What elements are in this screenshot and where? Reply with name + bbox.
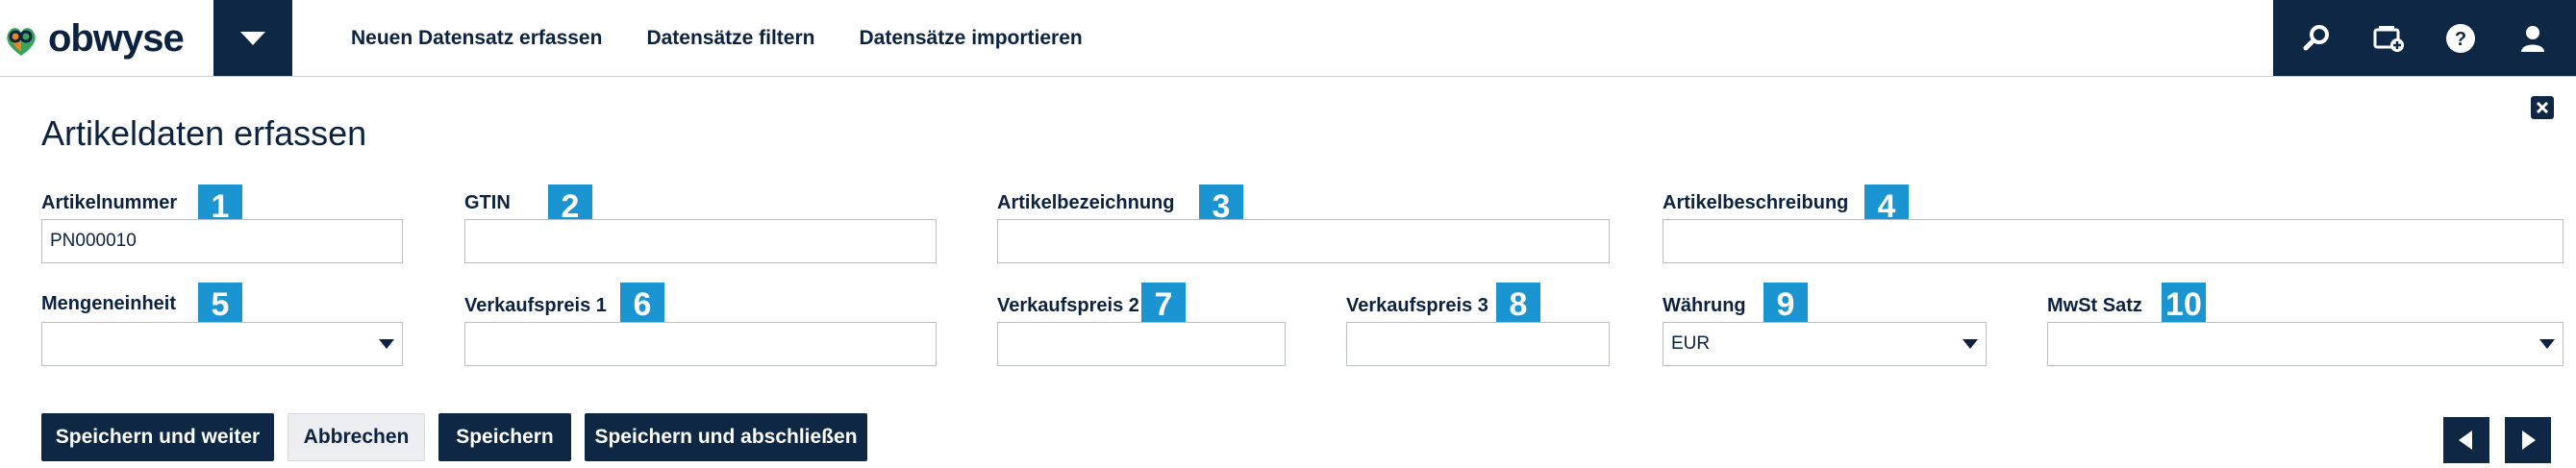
help-button[interactable]: ? [2442, 20, 2479, 57]
logo-mark-icon [7, 28, 36, 56]
page-title: Artikeldaten erfassen [41, 113, 367, 153]
close-icon [2536, 101, 2549, 114]
nav-filter-records[interactable]: Datensätze filtern [646, 27, 814, 50]
label-verkaufspreis3: Verkaufspreis 3 [1346, 295, 1488, 316]
waehrung-select[interactable]: EUR [1663, 322, 1987, 366]
label-artikelnummer: Artikelnummer [41, 192, 178, 213]
add-card-button[interactable] [2370, 20, 2407, 57]
app-logo[interactable]: obwyse [0, 12, 185, 65]
label-gtin: GTIN [464, 192, 511, 213]
save-close-button[interactable]: Speichern und abschließen [585, 413, 867, 461]
help-icon: ? [2445, 23, 2475, 53]
nav-import-records[interactable]: Datensätze importieren [859, 27, 1082, 50]
label-mwst: MwSt Satz [2047, 295, 2142, 316]
nav-new-record[interactable]: Neuen Datensatz erfassen [351, 27, 602, 50]
brand-name: obwyse [48, 16, 185, 60]
save-button[interactable]: Speichern [438, 413, 571, 461]
user-icon [2520, 25, 2544, 52]
search-button[interactable] [2298, 20, 2335, 57]
label-waehrung: Währung [1663, 295, 1746, 316]
previous-button[interactable] [2443, 417, 2489, 463]
dropdown-arrow-icon [1963, 339, 1978, 349]
artikelnummer-input[interactable] [41, 219, 403, 263]
next-button[interactable] [2505, 417, 2551, 463]
mwst-select[interactable] [2047, 322, 2563, 366]
verkaufspreis2-input[interactable] [997, 322, 1286, 366]
user-button[interactable] [2514, 20, 2551, 57]
svg-text:?: ? [2455, 29, 2466, 50]
verkaufspreis1-input[interactable] [464, 322, 937, 366]
badge-9: 9 [1763, 283, 1808, 327]
add-card-icon [2373, 25, 2405, 52]
save-continue-button[interactable]: Speichern und weiter [41, 413, 274, 461]
cancel-button[interactable]: Abbrechen [288, 413, 425, 461]
label-verkaufspreis2: Verkaufspreis 2 [997, 295, 1139, 316]
triangle-right-icon [2522, 431, 2536, 450]
label-mengeneinheit: Mengeneinheit [41, 293, 177, 314]
triangle-left-icon [2459, 431, 2472, 450]
chevron-down-icon [240, 31, 265, 45]
label-artikelbeschreibung: Artikelbeschreibung [1663, 192, 1849, 213]
badge-7: 7 [1141, 283, 1186, 327]
dropdown-arrow-icon [2539, 339, 2555, 349]
top-nav: Neuen Datensatz erfassen Datensätze filt… [351, 0, 1127, 76]
artikelbeschreibung-input[interactable] [1663, 219, 2563, 263]
dropdown-arrow-icon [379, 339, 394, 349]
close-button[interactable] [2531, 96, 2554, 119]
label-verkaufspreis1: Verkaufspreis 1 [464, 295, 607, 316]
artikelbezeichnung-input[interactable] [997, 219, 1610, 263]
gtin-input[interactable] [464, 219, 937, 263]
label-artikelbezeichnung: Artikelbezeichnung [997, 192, 1175, 213]
verkaufspreis3-input[interactable] [1346, 322, 1610, 366]
mengeneinheit-select[interactable] [41, 322, 403, 366]
menu-toggle-button[interactable] [213, 0, 292, 76]
search-icon [2303, 24, 2330, 50]
badge-5: 5 [198, 283, 242, 327]
top-right-toolbar: ? [2273, 0, 2576, 76]
badge-8: 8 [1496, 283, 1540, 327]
top-bar: obwyse Neuen Datensatz erfassen Datensät… [0, 0, 2576, 77]
badge-10: 10 [2162, 283, 2206, 327]
badge-6: 6 [620, 283, 664, 327]
waehrung-value: EUR [1671, 333, 1711, 354]
